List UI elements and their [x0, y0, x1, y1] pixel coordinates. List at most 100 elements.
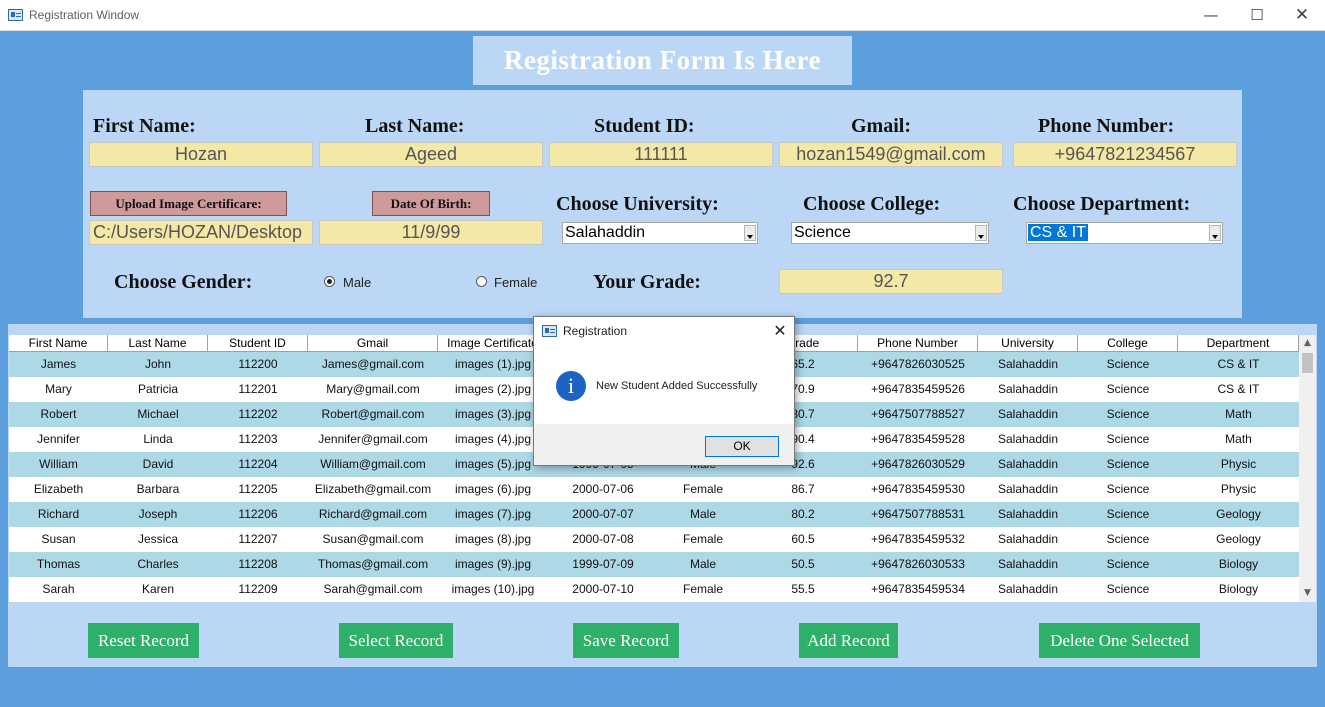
column-header[interactable]: Gmail — [308, 335, 438, 352]
table-cell: Science — [1106, 532, 1150, 546]
department-select[interactable]: CS & IT — [1026, 222, 1223, 244]
ok-button[interactable]: OK — [705, 436, 779, 457]
chevron-down-icon[interactable] — [1209, 225, 1221, 241]
table-cell: +9647826030525 — [871, 357, 965, 371]
image-path-field[interactable]: C:/Users/HOZAN/Desktop — [89, 220, 313, 245]
column-header[interactable]: Student ID — [208, 335, 308, 352]
table-cell: 112204 — [238, 457, 278, 471]
table-cell: images (5).jpg — [454, 457, 532, 471]
table-cell: Salahaddin — [997, 407, 1059, 421]
gmail-field[interactable]: hozan1549@gmail.com — [779, 142, 1003, 167]
table-cell: Science — [1106, 557, 1150, 571]
table-row[interactable]: Thomas Charles 112208 Thomas@gmail.com image… — [9, 552, 1299, 577]
table-cell: CS & IT — [1217, 382, 1260, 396]
table-cell: 112207 — [238, 532, 278, 546]
university-select[interactable]: Salahaddin — [562, 222, 758, 244]
table-cell: Sarah — [42, 582, 75, 596]
table-cell: Female — [682, 532, 723, 546]
table-cell: Salahaddin — [997, 432, 1059, 446]
column-header[interactable]: University — [978, 335, 1078, 352]
save-record-button[interactable]: Save Record — [573, 623, 679, 658]
scroll-up-icon[interactable]: ▲ — [1299, 335, 1316, 352]
table-row[interactable]: Richard Joseph 112206 Richard@gmail.com imag… — [9, 502, 1299, 527]
table-cell: Patricia — [137, 382, 178, 396]
table-cell: Salahaddin — [997, 532, 1059, 546]
table-cell: Richard@gmail.com — [318, 507, 428, 521]
your-grade-label: Your Grade: — [593, 271, 701, 293]
info-icon: i — [556, 371, 586, 401]
table-row[interactable]: Sarah Karen 112209 Sarah@gmail.com images (1… — [9, 577, 1299, 602]
table-cell: Jennifer — [37, 432, 80, 446]
table-cell: Female — [682, 582, 723, 596]
table-cell: +9647835459530 — [871, 482, 965, 496]
dialog-close-icon[interactable]: ✕ — [768, 319, 792, 343]
student-id-field[interactable]: 111111 — [549, 142, 773, 167]
table-cell: 112203 — [238, 432, 278, 446]
close-icon[interactable]: ✕ — [1279, 0, 1325, 31]
table-scrollbar[interactable]: ▲ ▼ — [1299, 335, 1316, 602]
choose-university-label: Choose University: — [556, 193, 719, 215]
phone-number-field[interactable]: +9647821234567 — [1013, 142, 1237, 167]
upload-image-button[interactable]: Upload Image Certificare: — [90, 191, 287, 216]
window-title: Registration Window — [29, 8, 140, 22]
column-header[interactable]: Last Name — [108, 335, 208, 352]
table-cell: Science — [1106, 457, 1150, 471]
chevron-down-icon[interactable] — [744, 225, 756, 241]
table-cell: William — [39, 457, 78, 471]
table-row[interactable]: Elizabeth Barbara 112205 Elizabeth@gmail.co… — [9, 477, 1299, 502]
grade-field[interactable]: 92.7 — [779, 269, 1003, 294]
date-of-birth-field[interactable]: 11/9/99 — [319, 220, 543, 245]
table-cell: 1999-07-09 — [572, 557, 634, 571]
table-cell: Science — [1106, 357, 1150, 371]
table-cell: Sarah@gmail.com — [323, 582, 423, 596]
table-cell: Robert — [40, 407, 77, 421]
table-cell: Jennifer@gmail.com — [318, 432, 428, 446]
scroll-down-icon[interactable]: ▼ — [1299, 585, 1316, 602]
gender-male-label: Male — [343, 275, 372, 290]
table-cell: images (7).jpg — [454, 507, 532, 521]
date-of-birth-button[interactable]: Date Of Birth: — [372, 191, 490, 216]
first-name-field[interactable]: Hozan — [89, 142, 313, 167]
column-header[interactable]: College — [1078, 335, 1178, 352]
student-id-label: Student ID: — [594, 115, 695, 137]
column-header[interactable]: First Name — [9, 335, 108, 352]
maximize-icon[interactable]: ☐ — [1234, 0, 1280, 31]
table-cell: images (9).jpg — [454, 557, 532, 571]
table-cell: Salahaddin — [997, 457, 1059, 471]
choose-college-label: Choose College: — [803, 193, 941, 215]
minimize-icon[interactable]: — — [1188, 0, 1234, 31]
column-header[interactable]: Department — [1178, 335, 1299, 352]
table-cell: Science — [1106, 407, 1150, 421]
gender-male-radio[interactable] — [324, 276, 335, 287]
table-cell: 2000-07-07 — [572, 507, 634, 521]
table-cell: James@gmail.com — [321, 357, 425, 371]
table-cell: Geology — [1216, 532, 1261, 546]
chevron-down-icon[interactable] — [975, 225, 987, 241]
gmail-label: Gmail: — [851, 115, 911, 137]
table-cell: Linda — [143, 432, 173, 446]
table-cell: William@gmail.com — [320, 457, 426, 471]
phone-number-label: Phone Number: — [1038, 115, 1175, 137]
select-record-button[interactable]: Select Record — [339, 623, 453, 658]
title-bar: Registration Window — ☐ ✕ — [0, 0, 1325, 31]
reset-record-button[interactable]: Reset Record — [88, 623, 199, 658]
column-header[interactable]: Image Certificate — [438, 335, 548, 352]
first-name-label: First Name: — [93, 115, 196, 137]
table-cell: images (8).jpg — [454, 532, 532, 546]
table-cell: 112209 — [238, 582, 278, 596]
scrollbar-thumb[interactable] — [1302, 353, 1313, 373]
table-cell: Charles — [137, 557, 179, 571]
add-record-button[interactable]: Add Record — [799, 623, 898, 658]
dialog-app-icon — [542, 325, 557, 337]
column-header[interactable]: Phone Number — [858, 335, 978, 352]
table-cell: 55.5 — [791, 582, 815, 596]
college-select[interactable]: Science — [791, 222, 989, 244]
table-row[interactable]: Susan Jessica 112207 Susan@gmail.com images … — [9, 527, 1299, 552]
table-cell: Math — [1225, 432, 1252, 446]
table-cell: 80.2 — [791, 507, 815, 521]
table-cell: Salahaddin — [997, 382, 1059, 396]
last-name-field[interactable]: Ageed — [319, 142, 543, 167]
gender-female-radio[interactable] — [476, 276, 487, 287]
delete-one-selected-button[interactable]: Delete One Selected — [1039, 623, 1200, 658]
table-cell: 50.5 — [791, 557, 815, 571]
